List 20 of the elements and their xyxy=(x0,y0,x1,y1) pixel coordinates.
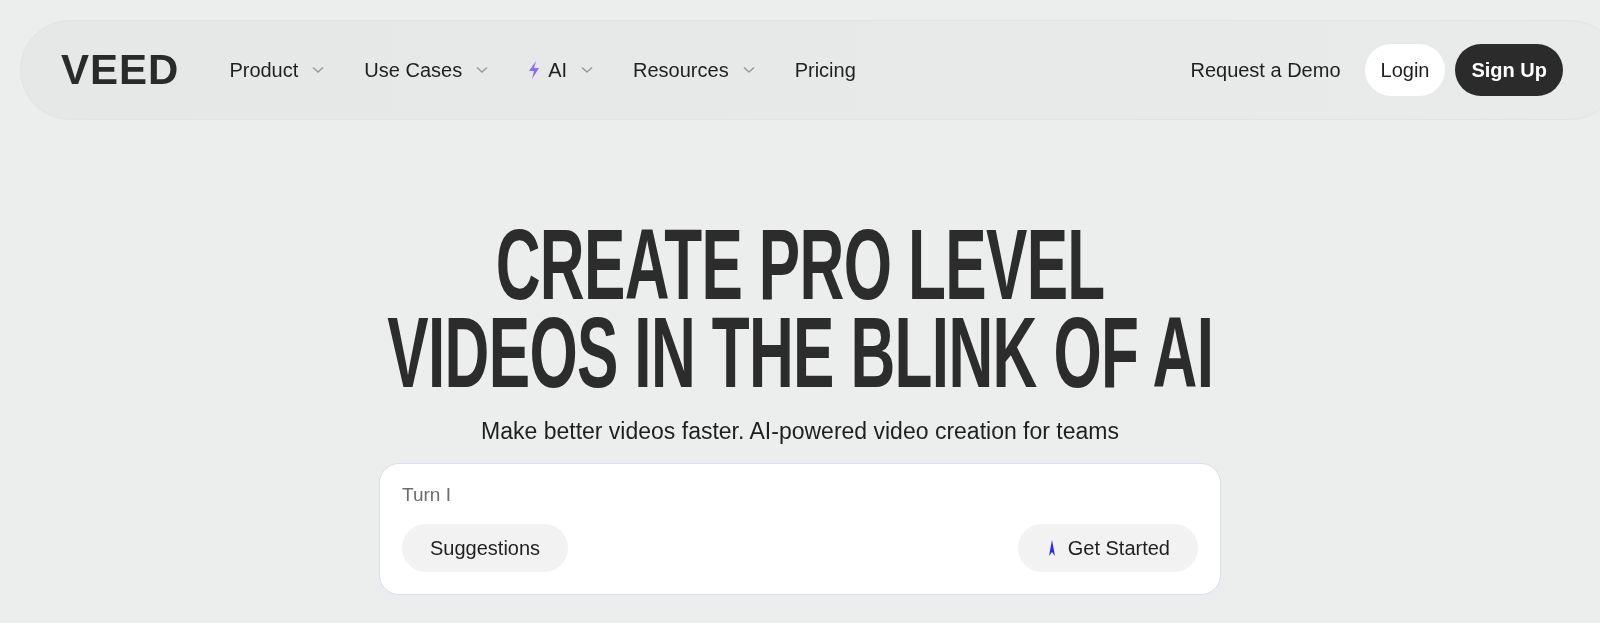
request-demo-link[interactable]: Request a Demo xyxy=(1190,58,1341,82)
nav-link[interactable]: Use Cases xyxy=(364,58,489,82)
get-started-button[interactable]: Get Started xyxy=(1017,524,1198,572)
nav-link[interactable]: Resources xyxy=(633,58,755,82)
suggestions-button[interactable]: Suggestions xyxy=(402,524,569,572)
nav-link[interactable]: Product xyxy=(229,58,325,82)
subtitle: Make better videos faster. AI-powered video creation for teams xyxy=(481,418,1119,445)
chevron-down-icon xyxy=(742,66,755,74)
login-button[interactable]: Login xyxy=(1364,44,1446,96)
headline-line: VIDEOS IN THE BLINK OF AI xyxy=(386,308,1214,396)
chevron-down-icon xyxy=(476,66,489,74)
chevron-down-icon xyxy=(581,66,594,74)
nav-link[interactable]: Pricing xyxy=(794,58,856,82)
nav-link[interactable]: AI xyxy=(528,58,594,82)
prompt-field[interactable]: Turn I xyxy=(402,484,702,506)
logo[interactable]: VEED xyxy=(61,46,180,94)
headline-line: CREATE PRO LEVEL xyxy=(495,220,1105,308)
sign-up-button[interactable]: Sign Up xyxy=(1455,44,1563,96)
lightning-icon xyxy=(528,61,541,79)
chevron-down-icon xyxy=(312,66,325,74)
